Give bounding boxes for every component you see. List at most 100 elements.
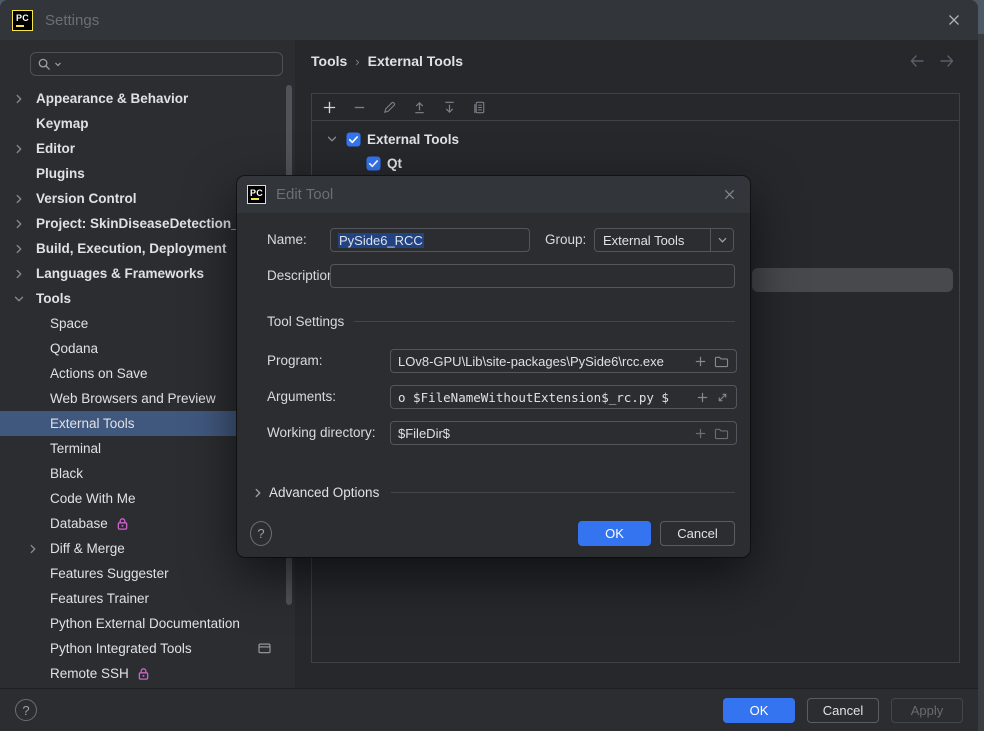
- arguments-field[interactable]: o $FileNameWithoutExtension$_rc.py $: [390, 385, 737, 409]
- pycharm-logo-text: PC: [250, 189, 263, 198]
- duplicate-icon[interactable]: [470, 98, 488, 116]
- sidebar-item-label: Remote SSH: [50, 666, 129, 681]
- sidebar-item-label: Keymap: [36, 116, 89, 131]
- sidebar-item-label: Languages & Frameworks: [36, 266, 204, 281]
- pycharm-logo-icon: PC: [12, 10, 33, 31]
- dialog-close-icon[interactable]: [718, 184, 740, 206]
- sidebar-item-features-trainer[interactable]: Features Trainer: [0, 586, 295, 611]
- remove-icon[interactable]: [350, 98, 368, 116]
- cancel-button[interactable]: Cancel: [807, 698, 879, 723]
- breadcrumb: Tools › External Tools: [311, 53, 463, 69]
- external-tools-tree: External Tools Qt: [312, 127, 959, 175]
- sidebar-item-label: Black: [50, 466, 83, 481]
- apply-button[interactable]: Apply: [891, 698, 963, 723]
- sidebar-item-label: Web Browsers and Preview: [50, 391, 216, 406]
- sidebar-item-label: Actions on Save: [50, 366, 148, 381]
- sidebar-item-label: Python External Documentation: [50, 616, 240, 631]
- sidebar-item-label: Project: SkinDiseaseDetection_.: [36, 216, 242, 231]
- chevron-right-icon[interactable]: [12, 142, 36, 156]
- working-directory-label: Working directory:: [267, 425, 376, 440]
- chevron-right-icon[interactable]: [12, 192, 36, 206]
- chevron-right-icon[interactable]: [12, 267, 36, 281]
- search-icon: [37, 57, 52, 72]
- sidebar-item-label: Features Trainer: [50, 591, 149, 606]
- insert-macro-plus-icon[interactable]: [694, 355, 707, 368]
- chevron-right-icon[interactable]: [26, 542, 50, 556]
- advanced-options-label: Advanced Options: [269, 485, 379, 500]
- working-directory-field-value: $FileDir$: [398, 426, 687, 441]
- help-button[interactable]: ?: [15, 699, 37, 721]
- group-label: Group:: [545, 232, 586, 247]
- tool-settings-section-header: Tool Settings: [267, 314, 735, 329]
- close-icon[interactable]: [942, 8, 966, 32]
- sidebar-item-python-integrated-tools[interactable]: Python Integrated Tools: [0, 636, 295, 661]
- breadcrumb-item-tools[interactable]: Tools: [311, 53, 347, 69]
- sidebar-item-label: Diff & Merge: [50, 541, 125, 556]
- section-divider: [354, 321, 735, 322]
- chevron-down-icon[interactable]: [324, 132, 340, 146]
- sidebar-item-label: Space: [50, 316, 88, 331]
- selected-row-highlight: [752, 268, 953, 292]
- program-field[interactable]: LOv8-GPU\Lib\site-packages\PySide6\rcc.e…: [390, 349, 737, 373]
- search-history-chevron-icon: [54, 60, 62, 68]
- breadcrumb-item-external-tools: External Tools: [368, 53, 463, 69]
- move-up-icon[interactable]: [410, 98, 428, 116]
- checkbox-checked[interactable]: [346, 132, 361, 147]
- sidebar-item-label: Features Suggester: [50, 566, 169, 581]
- sidebar-item-label: Python Integrated Tools: [50, 641, 192, 656]
- description-field[interactable]: [330, 264, 735, 288]
- sidebar-item-remote-ssh[interactable]: Remote SSH: [0, 661, 295, 686]
- add-icon[interactable]: [320, 98, 338, 116]
- chevron-down-icon[interactable]: [710, 229, 733, 251]
- chevron-right-icon[interactable]: [12, 242, 36, 256]
- forward-arrow-icon[interactable]: [938, 54, 956, 73]
- group-select[interactable]: External Tools: [594, 228, 734, 252]
- name-label: Name:: [267, 232, 307, 247]
- sidebar-item-label: Tools: [36, 291, 71, 306]
- working-directory-field[interactable]: $FileDir$: [390, 421, 737, 445]
- pycharm-logo-icon: PC: [247, 185, 266, 204]
- sidebar-item-label: Qodana: [50, 341, 98, 356]
- tree-item-external-tools[interactable]: External Tools: [312, 127, 959, 151]
- lock-icon: [137, 667, 150, 681]
- tree-item-qt[interactable]: Qt: [312, 151, 959, 175]
- arguments-field-value: o $FileNameWithoutExtension$_rc.py $: [398, 390, 689, 405]
- pycharm-logo-text: PC: [16, 14, 29, 23]
- browse-folder-icon[interactable]: [714, 427, 729, 440]
- move-down-icon[interactable]: [440, 98, 458, 116]
- arguments-label: Arguments:: [267, 389, 336, 404]
- sidebar-item-label: Appearance & Behavior: [36, 91, 188, 106]
- dialog-cancel-button[interactable]: Cancel: [660, 521, 735, 546]
- description-label: Description:: [267, 268, 338, 283]
- sidebar-item-label: Terminal: [50, 441, 101, 456]
- settings-titlebar: PC Settings: [0, 0, 978, 40]
- insert-macro-plus-icon[interactable]: [694, 427, 707, 440]
- edit-tool-dialog: PC Edit Tool Name: PySide6_RCC Group: Ex…: [237, 176, 750, 557]
- browse-folder-icon[interactable]: [714, 355, 729, 368]
- checkbox-checked[interactable]: [366, 156, 381, 171]
- chevron-right-icon[interactable]: [12, 217, 36, 231]
- ok-button[interactable]: OK: [723, 698, 795, 723]
- section-divider: [391, 492, 735, 493]
- tree-item-label: Qt: [387, 156, 402, 171]
- sidebar-item-python-external-documentation[interactable]: Python External Documentation: [0, 611, 295, 636]
- insert-macro-plus-icon[interactable]: [696, 391, 709, 404]
- advanced-options-toggle[interactable]: Advanced Options: [251, 485, 735, 500]
- sidebar-item-editor[interactable]: Editor: [0, 136, 295, 161]
- sidebar-item-keymap[interactable]: Keymap: [0, 111, 295, 136]
- sidebar-item-label: Editor: [36, 141, 75, 156]
- sidebar-item-label: Version Control: [36, 191, 137, 206]
- sidebar-item-appearance-behavior[interactable]: Appearance & Behavior: [0, 86, 295, 111]
- tool-settings-title: Tool Settings: [267, 314, 344, 329]
- back-arrow-icon[interactable]: [908, 54, 926, 73]
- tree-item-label: External Tools: [367, 132, 459, 147]
- chevron-down-icon[interactable]: [12, 292, 36, 306]
- edit-icon[interactable]: [380, 98, 398, 116]
- name-field[interactable]: PySide6_RCC: [330, 228, 530, 252]
- expand-field-icon[interactable]: [716, 391, 729, 404]
- chevron-right-icon[interactable]: [12, 92, 36, 106]
- dialog-ok-button[interactable]: OK: [578, 521, 651, 546]
- help-button[interactable]: ?: [250, 521, 272, 546]
- sidebar-item-features-suggester[interactable]: Features Suggester: [0, 561, 295, 586]
- search-input[interactable]: [30, 52, 283, 76]
